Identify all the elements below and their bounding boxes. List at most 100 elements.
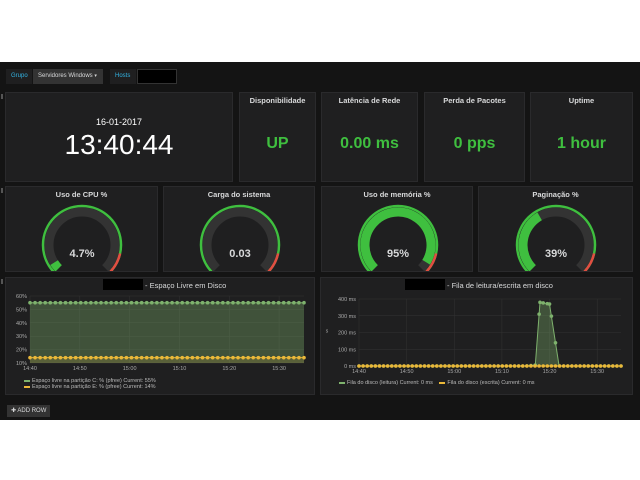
data-point — [68, 355, 73, 360]
data-point — [28, 300, 32, 305]
x-tick-label: 15:10 — [173, 366, 187, 372]
data-point — [175, 300, 179, 305]
data-point — [443, 364, 447, 368]
panel-title: Uso de CPU % — [55, 190, 108, 199]
data-point — [512, 364, 517, 368]
legend-item[interactable]: Fila do disco (leitura) Current: 0 ms — [339, 380, 433, 386]
panel-title: Latência de Rede — [338, 96, 401, 105]
data-point — [381, 364, 386, 368]
data-point — [48, 300, 53, 305]
data-point — [94, 355, 98, 360]
data-point — [104, 300, 108, 305]
data-point — [475, 364, 480, 368]
clock-time: 13:40:44 — [64, 129, 174, 160]
panel-title: - Fila de leitura/escrita em disco — [447, 281, 553, 290]
data-point — [406, 364, 410, 368]
data-point — [226, 300, 230, 305]
data-point — [165, 355, 169, 360]
data-point — [508, 364, 513, 368]
data-point — [365, 364, 369, 368]
data-point — [221, 300, 225, 305]
data-point — [155, 355, 159, 360]
data-point — [492, 364, 496, 368]
x-tick-label: 15:20 — [222, 366, 236, 372]
row-handle[interactable] — [1, 94, 3, 99]
data-point — [144, 300, 149, 305]
data-point — [302, 300, 306, 305]
data-point — [84, 300, 88, 305]
add-row-label: ADD ROW — [17, 408, 47, 414]
data-point — [195, 300, 200, 305]
x-tick-label: 14:40 — [23, 366, 37, 372]
data-point — [99, 355, 103, 360]
data-point — [377, 364, 382, 368]
gauge-fill — [50, 260, 62, 271]
data-point — [89, 300, 93, 305]
y-tick-label: 20% — [16, 348, 27, 354]
data-point — [48, 355, 53, 360]
latency-panel: Latência de Rede 0.00 ms — [321, 92, 418, 182]
data-point — [43, 355, 48, 360]
paging-gauge: 39% — [515, 204, 597, 271]
data-point — [496, 364, 500, 368]
data-point — [537, 364, 541, 368]
hosts-label: Hosts — [110, 69, 136, 84]
legend-item[interactable]: Fila do disco (escrita) Current: 0 ms — [439, 380, 535, 386]
data-point — [210, 355, 215, 360]
data-point — [447, 364, 451, 368]
data-point — [611, 364, 615, 368]
gauge-panel-load: Carga do sistema 0.03 — [163, 186, 315, 272]
data-point — [119, 355, 124, 360]
data-point — [394, 364, 398, 368]
panel-title: Disponibilidade — [249, 96, 306, 105]
data-point — [578, 364, 582, 368]
data-point — [533, 364, 537, 368]
add-row-button[interactable]: ✚ ADD ROW — [7, 405, 51, 417]
data-point — [170, 355, 174, 360]
data-point — [553, 340, 558, 345]
data-point — [418, 364, 423, 368]
data-point — [165, 300, 169, 305]
data-point — [615, 364, 619, 368]
data-point — [149, 300, 154, 305]
legend-item[interactable]: Espaço livre na partição E: % (pfree) Cu… — [24, 384, 156, 390]
data-point — [73, 300, 78, 305]
gauge-value: 4.7% — [69, 248, 94, 260]
data-point — [582, 364, 586, 368]
y-tick-label: 60% — [16, 294, 27, 300]
data-point — [602, 364, 607, 368]
data-point — [190, 300, 195, 305]
data-point — [619, 364, 623, 368]
data-point — [251, 355, 256, 360]
data-point — [410, 364, 415, 368]
panel-title: Uptime — [568, 96, 595, 105]
data-point — [256, 300, 261, 305]
group-dropdown[interactable]: Servidores Windows ▾ — [33, 69, 103, 84]
data-point — [160, 300, 164, 305]
x-tick-label: 15:10 — [495, 369, 509, 375]
data-point — [190, 355, 195, 360]
data-point — [302, 355, 306, 360]
data-point — [53, 355, 58, 360]
x-tick-label: 15:30 — [590, 369, 604, 375]
data-point — [389, 364, 394, 368]
cpu-gauge: 4.7% — [41, 204, 123, 271]
data-point — [170, 300, 174, 305]
redacted-hostname — [103, 279, 143, 290]
data-point — [286, 300, 291, 305]
hosts-dropdown[interactable] — [137, 69, 177, 84]
row-handle[interactable] — [1, 279, 3, 284]
data-point — [261, 355, 266, 360]
data-point — [200, 300, 205, 305]
data-point — [124, 300, 129, 305]
data-point — [570, 364, 574, 368]
y-tick-label: 100 ms — [338, 347, 356, 353]
data-point — [369, 364, 374, 368]
data-point — [236, 355, 240, 360]
data-point — [119, 300, 124, 305]
data-point — [215, 300, 220, 305]
data-point — [271, 300, 276, 305]
data-point — [286, 355, 291, 360]
row-handle[interactable] — [1, 188, 3, 193]
series-area — [359, 302, 621, 366]
